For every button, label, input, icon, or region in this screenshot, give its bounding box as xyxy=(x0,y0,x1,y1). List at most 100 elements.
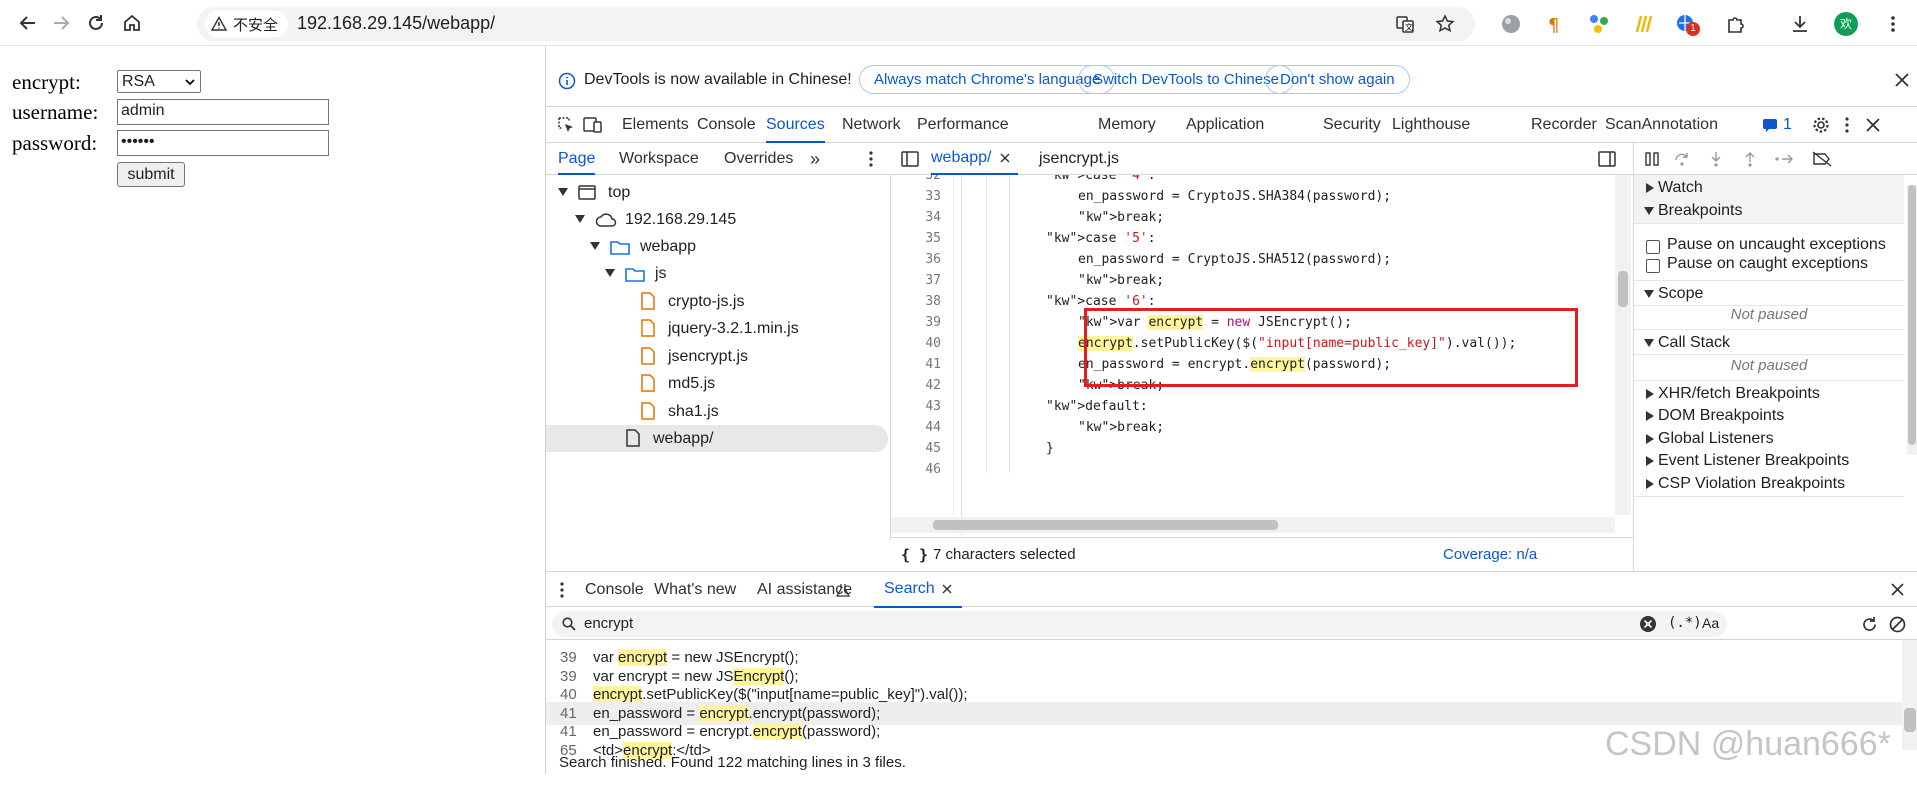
bookmark-star-icon[interactable] xyxy=(1435,14,1455,34)
drawer-menu-icon[interactable] xyxy=(559,581,565,599)
tab-console[interactable]: Console xyxy=(697,107,756,143)
step-icon[interactable] xyxy=(1774,151,1794,167)
close-tab-icon[interactable] xyxy=(942,584,952,594)
inspect-element-icon[interactable] xyxy=(557,116,575,134)
pause-uncaught-checkbox[interactable] xyxy=(1646,240,1660,254)
extensions-puzzle-icon[interactable] xyxy=(1725,13,1747,35)
submit-button[interactable]: submit xyxy=(117,162,185,187)
editor-vscrollbar[interactable] xyxy=(1615,175,1631,515)
editor-tab-jsencrypt[interactable]: jsencrypt.js xyxy=(1039,150,1119,168)
tab-recorder[interactable]: Recorder xyxy=(1531,107,1597,143)
tab-security[interactable]: Security xyxy=(1323,107,1381,143)
editor-hscrollbar[interactable] xyxy=(891,517,1615,533)
line-number[interactable]: 40 xyxy=(891,336,941,351)
step-into-icon[interactable] xyxy=(1708,151,1724,167)
tree-item-top[interactable]: top xyxy=(546,179,889,206)
encrypt-select[interactable]: RSA xyxy=(117,70,201,93)
device-toolbar-icon[interactable] xyxy=(583,116,603,134)
translate-icon[interactable]: 文 xyxy=(1395,14,1415,34)
tab-overrides[interactable]: Overrides xyxy=(724,143,793,175)
always-match-button[interactable]: Always match Chrome's language xyxy=(859,65,1116,94)
search-input[interactable]: encrypt (.*) Aa xyxy=(552,611,1727,637)
more-tabs-icon[interactable]: » xyxy=(810,143,820,175)
line-number[interactable]: 37 xyxy=(891,273,941,288)
tree-item-file[interactable]: md5.js xyxy=(546,370,889,397)
forward-button[interactable] xyxy=(47,9,75,37)
editor-hscrollbar-thumb[interactable] xyxy=(933,520,1278,530)
drawer-tab-whats-new[interactable]: What's new xyxy=(654,572,736,608)
section-scope[interactable]: Scope xyxy=(1634,280,1904,306)
section-call-stack[interactable]: Call Stack xyxy=(1634,329,1904,355)
close-icon[interactable] xyxy=(1895,73,1909,87)
tab-network[interactable]: Network xyxy=(842,107,901,143)
coverage-status[interactable]: Coverage: n/a xyxy=(1443,538,1537,572)
line-number[interactable]: 34 xyxy=(891,210,941,225)
results-scrollbar-thumb[interactable] xyxy=(1904,708,1916,732)
switch-language-button[interactable]: Switch DevTools to Chinese xyxy=(1078,65,1294,94)
tree-item-webapp-folder[interactable]: webapp xyxy=(546,233,889,260)
step-over-icon[interactable] xyxy=(1674,151,1690,167)
line-number[interactable]: 33 xyxy=(891,189,941,204)
clear-search-icon[interactable] xyxy=(1639,615,1657,633)
address-bar[interactable]: 不安全 192.168.29.145/webapp/ 文 xyxy=(197,7,1475,41)
ext-molecule-icon[interactable] xyxy=(1588,13,1610,35)
ext-globe-badge-icon[interactable]: 1 xyxy=(1675,13,1700,36)
line-number[interactable]: 43 xyxy=(891,399,941,414)
regex-toggle[interactable]: (.*) xyxy=(1668,615,1702,631)
tab-workspace[interactable]: Workspace xyxy=(619,143,699,175)
username-input[interactable]: admin xyxy=(117,99,329,125)
close-drawer-icon[interactable] xyxy=(1891,583,1904,596)
line-number[interactable]: 38 xyxy=(891,294,941,309)
tree-item-file[interactable]: crypto-js.js xyxy=(546,288,889,315)
downloads-icon[interactable] xyxy=(1789,13,1811,35)
close-devtools-icon[interactable] xyxy=(1866,118,1880,132)
editor-vscrollbar-thumb[interactable] xyxy=(1618,271,1628,307)
issues-count[interactable]: 1 xyxy=(1783,107,1792,143)
line-number[interactable]: 41 xyxy=(891,357,941,372)
pause-caught-checkbox[interactable] xyxy=(1646,259,1660,273)
dont-show-button[interactable]: Don't show again xyxy=(1265,65,1410,94)
reload-button[interactable] xyxy=(82,9,110,37)
line-number[interactable]: 44 xyxy=(891,420,941,435)
tab-application[interactable]: Application xyxy=(1186,107,1264,143)
ext-paragraph-icon[interactable]: ¶ xyxy=(1545,13,1567,35)
settings-gear-icon[interactable] xyxy=(1812,116,1830,134)
tree-item-file[interactable]: jsencrypt.js xyxy=(546,343,889,370)
section-csp[interactable]: CSP Violation Breakpoints xyxy=(1634,471,1904,497)
step-out-icon[interactable] xyxy=(1742,151,1758,167)
line-number[interactable]: 39 xyxy=(891,315,941,330)
refresh-icon[interactable] xyxy=(1861,616,1878,633)
toggle-navigator-icon[interactable] xyxy=(901,151,919,167)
close-tab-icon[interactable] xyxy=(1000,153,1010,163)
back-button[interactable] xyxy=(14,9,42,37)
profile-avatar[interactable]: 欢 xyxy=(1834,12,1858,36)
line-number[interactable]: 45 xyxy=(891,441,941,456)
line-number[interactable]: 42 xyxy=(891,378,941,393)
pretty-print-icon[interactable]: { } xyxy=(901,538,928,572)
ext-globe-icon[interactable] xyxy=(1500,13,1522,35)
toggle-debugger-icon[interactable] xyxy=(1598,151,1616,167)
line-number[interactable]: 36 xyxy=(891,252,941,267)
security-chip[interactable]: 不安全 xyxy=(205,11,289,37)
tree-item-host[interactable]: 192.168.29.145 xyxy=(546,206,889,233)
tree-item-file[interactable]: jquery-3.2.1.min.js xyxy=(546,315,889,342)
tab-page[interactable]: Page xyxy=(558,143,596,175)
match-case-toggle[interactable]: Aa xyxy=(1702,615,1719,631)
tree-item-document[interactable]: webapp/ xyxy=(546,425,888,452)
tab-performance[interactable]: Performance xyxy=(917,107,1009,143)
tab-sources[interactable]: Sources xyxy=(766,107,825,143)
more-options-icon[interactable] xyxy=(1844,116,1850,134)
deactivate-breakpoints-icon[interactable] xyxy=(1812,151,1832,167)
line-number[interactable]: 46 xyxy=(891,462,941,477)
tab-scanannotation[interactable]: ScanAnnotation xyxy=(1605,107,1718,143)
issues-icon[interactable] xyxy=(1762,118,1778,132)
tree-item-js-folder[interactable]: js xyxy=(546,260,889,287)
sidebar-scrollbar[interactable] xyxy=(1907,185,1917,455)
tab-elements[interactable]: Elements xyxy=(622,107,689,143)
tab-lighthouse[interactable]: Lighthouse xyxy=(1392,107,1470,143)
url-text[interactable]: 192.168.29.145/webapp/ xyxy=(297,13,495,34)
pause-icon[interactable] xyxy=(1644,151,1660,167)
section-breakpoints[interactable]: Breakpoints xyxy=(1634,198,1904,224)
line-number[interactable]: 35 xyxy=(891,231,941,246)
drawer-tab-search[interactable]: Search xyxy=(874,572,962,608)
